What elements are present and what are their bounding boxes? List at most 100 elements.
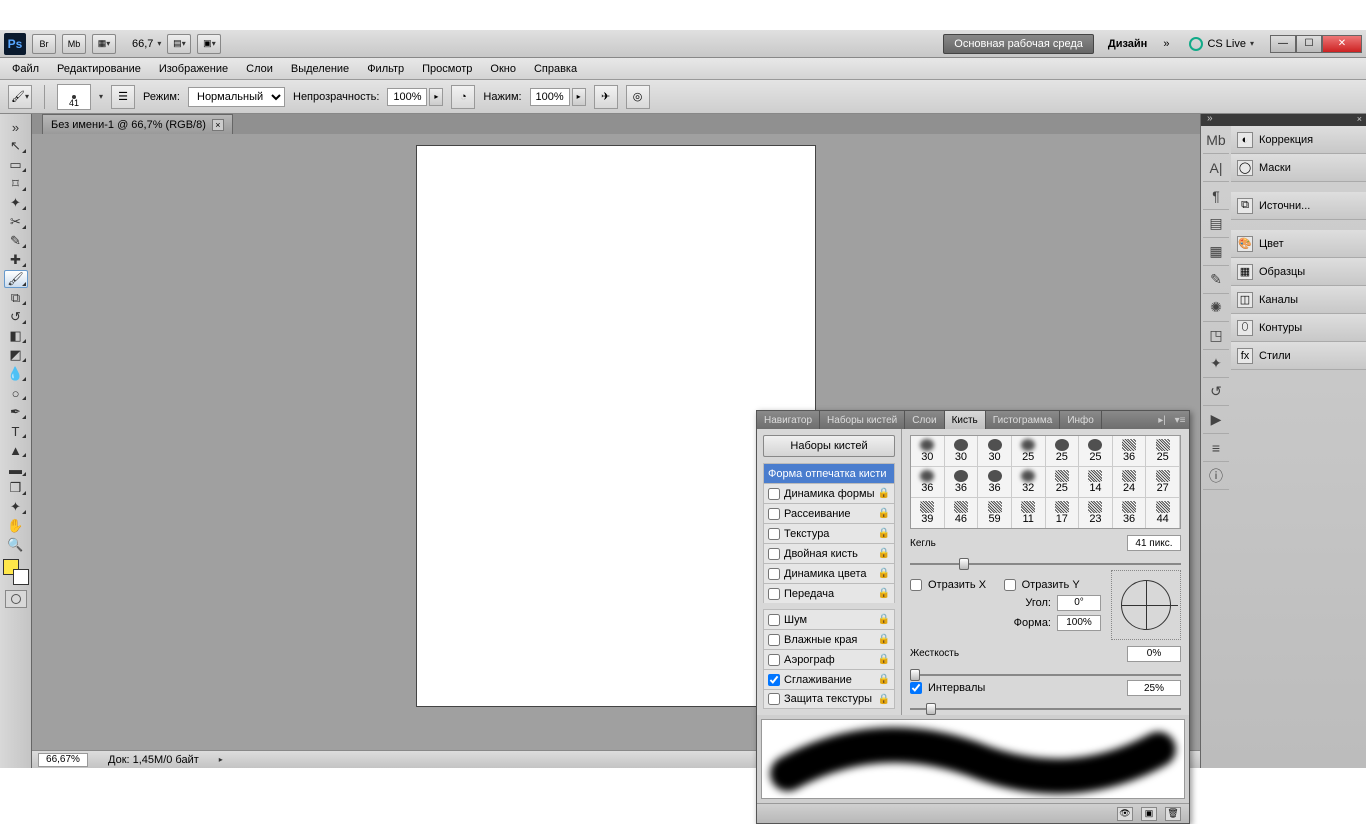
airbrush-icon[interactable]: ✈: [594, 85, 618, 109]
menu-filter[interactable]: Фильтр: [367, 63, 404, 75]
toggle-preview-icon[interactable]: 👁: [1117, 807, 1133, 821]
opt-shape-dynamics[interactable]: Динамика формы🔒: [763, 483, 895, 503]
stamp-tool[interactable]: ⧉: [4, 289, 28, 307]
flipx-checkbox[interactable]: [910, 579, 922, 591]
minibridge-icon[interactable]: Mb: [1203, 126, 1229, 154]
panel-color[interactable]: 🎨Цвет: [1231, 230, 1366, 258]
brush-panel-toggle[interactable]: ☰: [111, 85, 135, 109]
tab-layers[interactable]: Слои: [905, 411, 944, 429]
paths-icon[interactable]: ✎: [1203, 266, 1229, 294]
history-icon[interactable]: ↺: [1203, 378, 1229, 406]
brush-tool[interactable]: 🖌: [4, 270, 28, 288]
lock-icon[interactable]: 🔒: [878, 614, 890, 625]
actions-icon[interactable]: ▶: [1203, 406, 1229, 434]
status-arrow[interactable]: ▸: [219, 755, 223, 764]
3d-camera-tool[interactable]: ✦: [4, 498, 28, 516]
zoom-input[interactable]: [38, 753, 88, 767]
brush-preset-picker[interactable]: 41: [57, 84, 91, 110]
zoom-tool[interactable]: 🔍: [4, 536, 28, 554]
lock-icon[interactable]: 🔒: [878, 588, 890, 599]
quick-mask-toggle[interactable]: [5, 590, 27, 608]
lock-icon[interactable]: 🔒: [878, 634, 890, 645]
type-tool[interactable]: T: [4, 422, 28, 440]
opt-transfer[interactable]: Передача🔒: [763, 583, 895, 603]
menu-window[interactable]: Окно: [490, 63, 516, 75]
opt-brush-tip-shape[interactable]: Форма отпечатка кисти: [763, 463, 895, 483]
close-tab-icon[interactable]: ×: [212, 119, 224, 131]
menu-file[interactable]: Файл: [12, 63, 39, 75]
opt-scattering[interactable]: Рассеивание🔒: [763, 503, 895, 523]
lock-icon[interactable]: 🔒: [878, 508, 890, 519]
opt-color-dynamics[interactable]: Динамика цвета🔒: [763, 563, 895, 583]
angle-input[interactable]: [1057, 595, 1101, 611]
menu-help[interactable]: Справка: [534, 63, 577, 75]
opt-wet-edges[interactable]: Влажные края🔒: [763, 629, 895, 649]
menu-layers[interactable]: Слои: [246, 63, 273, 75]
panel-masks[interactable]: ◯Маски: [1231, 154, 1366, 182]
lock-icon[interactable]: 🔒: [878, 568, 890, 579]
collapse-toolbox[interactable]: »: [4, 118, 28, 136]
shape-tool[interactable]: ▬: [4, 460, 28, 478]
view-extras-button[interactable]: ▦▾: [92, 34, 116, 54]
close-button[interactable]: ✕: [1322, 35, 1362, 53]
gradient-tool[interactable]: ◩: [4, 346, 28, 364]
adjustments-icon[interactable]: ✺: [1203, 294, 1229, 322]
spacing-slider[interactable]: [910, 702, 1181, 709]
opt-texture[interactable]: Текстура🔒: [763, 523, 895, 543]
channels-icon[interactable]: ▦: [1203, 238, 1229, 266]
opt-dual-brush[interactable]: Двойная кисть🔒: [763, 543, 895, 563]
lock-icon[interactable]: 🔒: [878, 488, 890, 499]
panel-collapse-icon[interactable]: ▸|: [1153, 411, 1171, 429]
hardness-slider[interactable]: [910, 668, 1181, 675]
menu-edit[interactable]: Редактирование: [57, 63, 141, 75]
blend-mode-select[interactable]: Нормальный: [188, 87, 285, 107]
menu-select[interactable]: Выделение: [291, 63, 349, 75]
brush-tip-grid[interactable]: 30 30 30 25 25 25 36 25 36 36 36 32 25 1…: [910, 435, 1181, 529]
lock-icon[interactable]: 🔒: [878, 694, 890, 705]
lock-icon[interactable]: 🔒: [878, 674, 890, 685]
tab-brush-presets[interactable]: Наборы кистей: [820, 411, 905, 429]
size-slider[interactable]: [910, 557, 1181, 564]
hand-tool[interactable]: ✋: [4, 517, 28, 535]
pen-tool[interactable]: ✒: [4, 403, 28, 421]
panel-paths[interactable]: ⬯Контуры: [1231, 314, 1366, 342]
zoom-display[interactable]: 66,7: [132, 38, 153, 50]
hardness-value[interactable]: 0%: [1127, 646, 1181, 662]
menu-image[interactable]: Изображение: [159, 63, 228, 75]
panel-styles[interactable]: fxСтили: [1231, 342, 1366, 370]
color-swatches[interactable]: [3, 559, 29, 585]
arrange-button[interactable]: ▤▾: [167, 34, 191, 54]
workspace-selector[interactable]: Основная рабочая среда: [943, 34, 1094, 54]
info2-icon[interactable]: ✦: [1203, 350, 1229, 378]
tab-brush[interactable]: Кисть: [945, 411, 986, 429]
opacity-arrow[interactable]: ▸: [429, 88, 443, 106]
opt-smoothing[interactable]: Сглаживание🔒: [763, 669, 895, 689]
panel-menu-icon[interactable]: ▾≡: [1171, 411, 1189, 429]
lock-icon[interactable]: 🔒: [878, 548, 890, 559]
path-select-tool[interactable]: ▲: [4, 441, 28, 459]
opt-protect-texture[interactable]: Защита текстуры🔒: [763, 689, 895, 709]
size-value[interactable]: 41 пикс.: [1127, 535, 1181, 551]
move-tool[interactable]: ↖: [4, 137, 28, 155]
history-brush-tool[interactable]: ↺: [4, 308, 28, 326]
lasso-tool[interactable]: ⌑: [4, 175, 28, 193]
panel-clone-source[interactable]: ⧉Источни...: [1231, 192, 1366, 220]
minimize-button[interactable]: —: [1270, 35, 1296, 53]
new-brush-icon[interactable]: ▣: [1141, 807, 1157, 821]
lock-icon[interactable]: 🔒: [878, 528, 890, 539]
marquee-tool[interactable]: ▭: [4, 156, 28, 174]
flipy-checkbox[interactable]: [1004, 579, 1016, 591]
trash-icon[interactable]: 🗑: [1165, 807, 1181, 821]
tool-preset-picker[interactable]: 🖌▾: [8, 85, 32, 109]
tab-histogram[interactable]: Гистограмма: [986, 411, 1061, 429]
angle-control[interactable]: [1111, 570, 1181, 640]
eraser-tool[interactable]: ◧: [4, 327, 28, 345]
layers-icon[interactable]: ▤: [1203, 210, 1229, 238]
background-color[interactable]: [13, 569, 29, 585]
blur-tool[interactable]: 💧: [4, 365, 28, 383]
size-pressure-icon[interactable]: ◎: [626, 85, 650, 109]
minibridge-button[interactable]: Mb: [62, 34, 86, 54]
character-icon[interactable]: A|: [1203, 154, 1229, 182]
cslive-button[interactable]: CS Live▾: [1189, 37, 1254, 51]
crop-tool[interactable]: ✂: [4, 213, 28, 231]
